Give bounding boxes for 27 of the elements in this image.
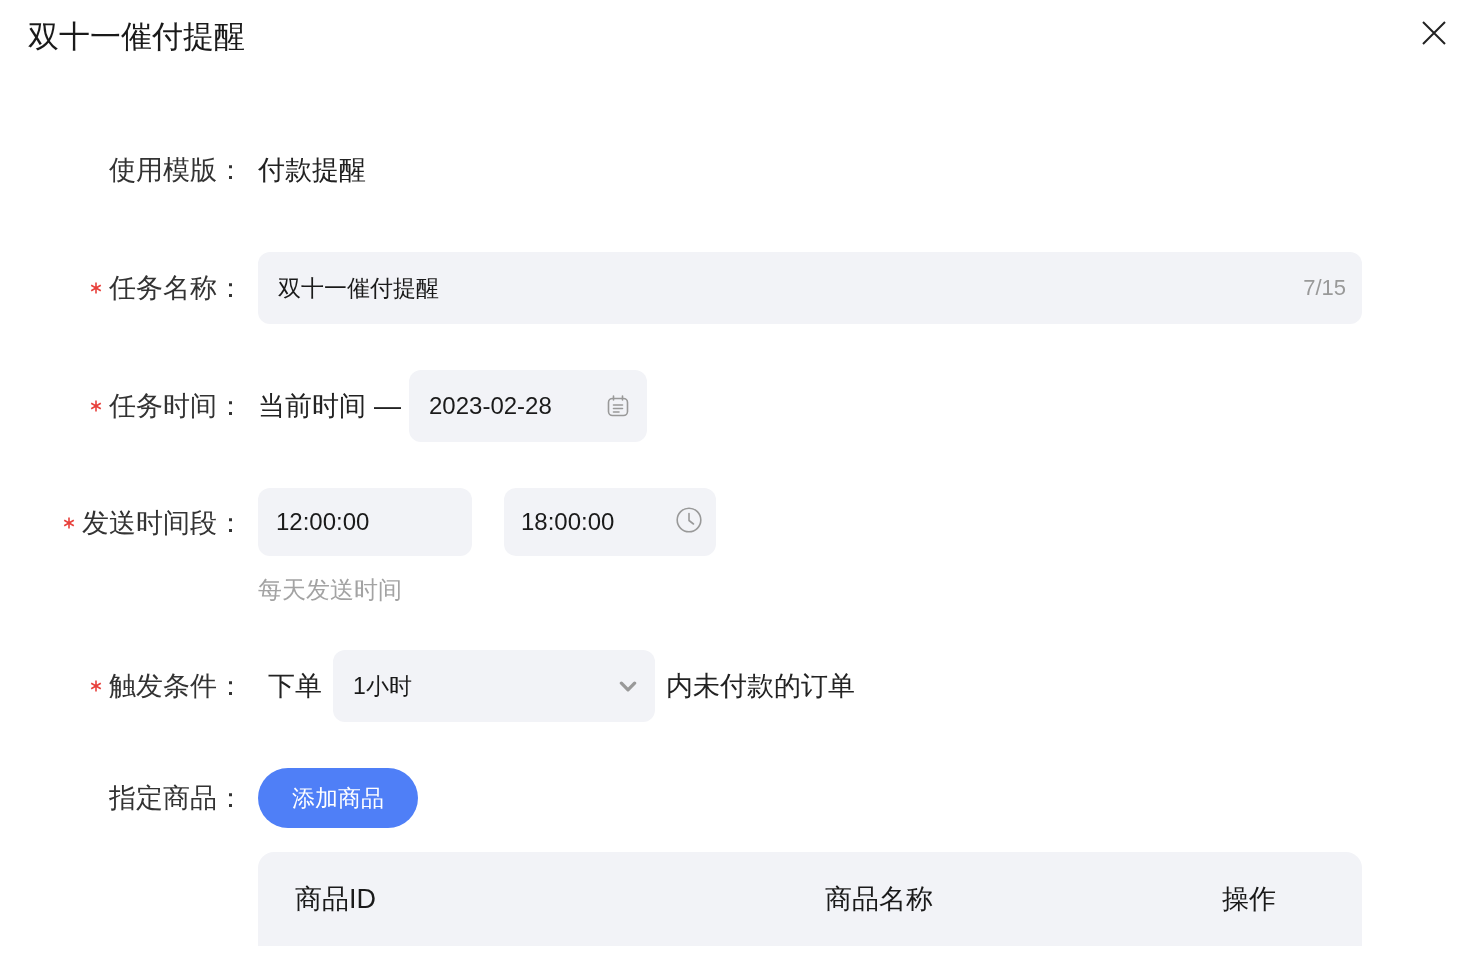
column-header: 操作: [1222, 883, 1276, 916]
form-label: 指定商品：: [109, 782, 244, 815]
add-product-button[interactable]: 添加商品: [258, 768, 418, 828]
form-label: 发送时间段：: [82, 507, 244, 540]
end-time-input[interactable]: 18:00:00: [504, 488, 716, 556]
hint-text: 每天发送时间: [258, 576, 402, 604]
form-label: 任务名称：: [109, 272, 244, 305]
column-header: 商品ID: [295, 883, 376, 916]
duration-select[interactable]: 1小时: [333, 650, 655, 722]
column-header: 商品名称: [825, 883, 933, 916]
calendar-icon: [607, 395, 629, 417]
close-icon[interactable]: [1422, 21, 1446, 45]
condition-prefix: 下单: [268, 670, 322, 703]
range-separator: —: [374, 390, 401, 422]
form-label: 触发条件：: [109, 670, 244, 703]
clock-icon: [676, 507, 702, 533]
date-input[interactable]: 2023-02-28: [409, 370, 647, 442]
template-value: 付款提醒: [258, 154, 366, 187]
char-counter: 7/15: [1303, 275, 1346, 301]
condition-suffix: 内未付款的订单: [666, 670, 855, 703]
form-label: 使用模版：: [109, 154, 244, 187]
dialog-title: 双十一催付提醒: [28, 18, 245, 56]
chevron-down-icon: [619, 680, 637, 692]
start-time-text: 当前时间: [258, 390, 366, 423]
start-time-input[interactable]: 12:00:00: [258, 488, 472, 556]
task-name-input[interactable]: 双十一催付提醒 7/15: [258, 252, 1362, 324]
form-label: 任务时间：: [109, 390, 244, 423]
